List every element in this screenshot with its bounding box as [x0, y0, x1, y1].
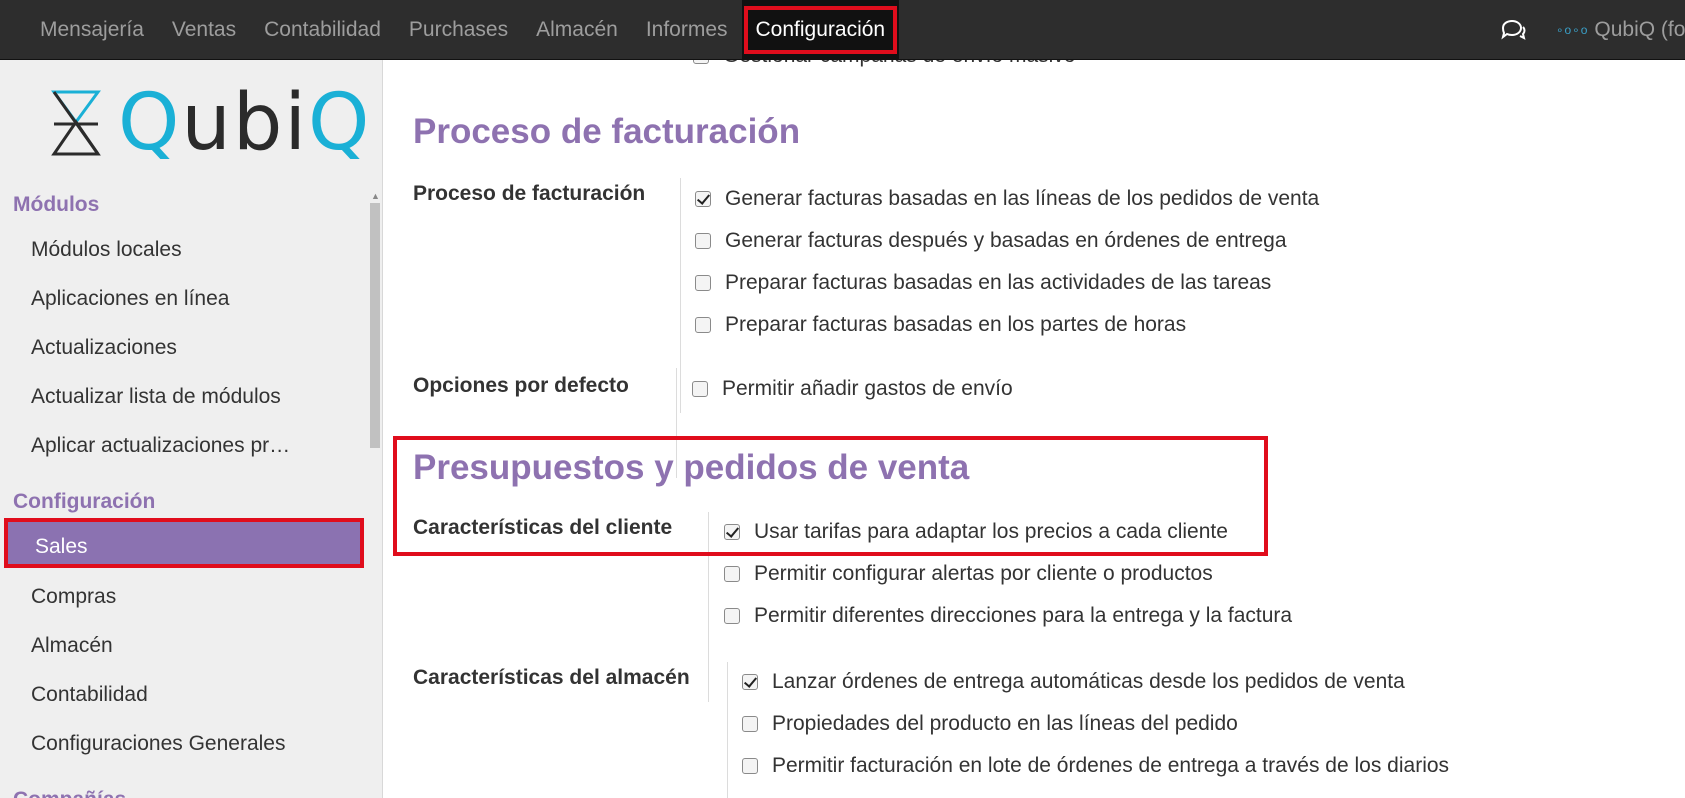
menu-configuracion[interactable]: Configuración: [741, 0, 900, 60]
sidebar-item-compras[interactable]: Compras: [31, 585, 116, 609]
menu-informes[interactable]: Informes: [632, 0, 742, 60]
option-facturacion-lote: Permitir facturación en lote de órdenes …: [742, 754, 1449, 778]
option-facturas-ordenes-entrega: Generar facturas después y basadas en ór…: [695, 229, 1287, 253]
menu-ventas[interactable]: Ventas: [158, 0, 250, 60]
sidebar-item-actualizaciones[interactable]: Actualizaciones: [31, 336, 177, 360]
menu-contabilidad[interactable]: Contabilidad: [250, 0, 395, 60]
user-avatar-icon[interactable]: ∘o∘o: [1556, 23, 1588, 37]
section-modulos: Módulos: [13, 193, 100, 216]
option-label: Usar tarifas para adaptar los precios a …: [754, 520, 1228, 543]
option-gastos-envio: Permitir añadir gastos de envío: [692, 377, 1013, 401]
checkbox-gastos-envio[interactable]: [692, 381, 708, 397]
checkbox-alertas-cliente[interactable]: [724, 566, 740, 582]
section-title-presupuestos-pedidos: Presupuestos y pedidos de venta: [413, 448, 970, 487]
sidebar-item-actualizar-lista[interactable]: Actualizar lista de módulos: [31, 385, 281, 409]
sidebar-item-aplicaciones-en-linea[interactable]: Aplicaciones en línea: [31, 287, 229, 311]
option-label: Permitir añadir gastos de envío: [722, 377, 1013, 400]
option-label: Preparar facturas basadas en las activid…: [725, 271, 1272, 294]
menu-almacen[interactable]: Almacén: [522, 0, 632, 60]
option-alertas-cliente: Permitir configurar alertas por cliente …: [724, 562, 1213, 586]
section-title-proceso-facturacion: Proceso de facturación: [413, 112, 801, 151]
sidebar: QubiQ Módulos Módulos locales Aplicacion…: [0, 60, 383, 798]
option-facturas-lineas-pedido: Generar facturas basadas en las líneas d…: [695, 187, 1319, 211]
sidebar-item-aplicar-actualizaciones[interactable]: Aplicar actualizaciones pr…: [31, 434, 290, 458]
logo-text: QubiQ: [118, 78, 372, 168]
option-facturas-actividades-tareas: Preparar facturas basadas en las activid…: [695, 271, 1271, 295]
group-label-opciones-defecto: Opciones por defecto: [413, 374, 629, 397]
group-divider: [708, 512, 709, 702]
option-label: Preparar facturas basadas en los partes …: [725, 313, 1187, 336]
option-facturas-partes-horas: Preparar facturas basadas en los partes …: [695, 313, 1186, 337]
menu-purchases[interactable]: Purchases: [395, 0, 522, 60]
group-divider: [680, 178, 681, 413]
section-companias: Compañías: [13, 788, 126, 798]
sidebar-item-contabilidad[interactable]: Contabilidad: [31, 683, 148, 707]
company-logo: QubiQ: [40, 78, 372, 168]
option-label: Generar facturas después y basadas en ór…: [725, 229, 1287, 252]
top-menu: Mensajería Ventas Contabilidad Purchases…: [26, 0, 900, 60]
checkbox-facturas-partes-horas[interactable]: [695, 317, 711, 333]
group-divider: [727, 662, 728, 798]
top-navbar: Mensajería Ventas Contabilidad Purchases…: [0, 0, 1685, 60]
qubiq-logo-icon: [51, 90, 101, 156]
option-label: Lanzar órdenes de entrega automáticas de…: [772, 670, 1405, 693]
settings-form: Gestionar campañas de envío masivo Proce…: [384, 60, 1685, 798]
sidebar-item-configuraciones-generales[interactable]: Configuraciones Generales: [31, 732, 285, 756]
option-ordenes-entrega-automaticas: Lanzar órdenes de entrega automáticas de…: [742, 670, 1405, 694]
option-label: Gestionar campañas de envío masivo: [723, 60, 1076, 68]
user-area: ∘o∘o QubiQ (fo: [1500, 0, 1685, 60]
option-usar-tarifas: Usar tarifas para adaptar los precios a …: [724, 520, 1228, 544]
option-direcciones-entrega-factura: Permitir diferentes direcciones para la …: [724, 604, 1292, 628]
checkbox-facturacion-lote[interactable]: [742, 758, 758, 774]
sidebar-item-sales[interactable]: Sales: [4, 518, 364, 568]
checkbox-facturas-actividades-tareas[interactable]: [695, 275, 711, 291]
checkbox-usar-tarifas[interactable]: [724, 524, 740, 540]
user-menu[interactable]: QubiQ (fo: [1594, 18, 1685, 42]
sidebar-item-modulos-locales[interactable]: Módulos locales: [31, 238, 182, 262]
section-configuracion: Configuración: [13, 490, 156, 513]
option-label: Permitir configurar alertas por cliente …: [754, 562, 1213, 585]
option-label: Propiedades del producto en las líneas d…: [772, 712, 1238, 735]
chat-icon[interactable]: [1500, 19, 1526, 41]
checkbox-direcciones-entrega-factura[interactable]: [724, 608, 740, 624]
group-label-caracteristicas-cliente: Características del cliente: [413, 516, 673, 539]
menu-mensajeria[interactable]: Mensajería: [26, 0, 158, 60]
group-label-proceso-facturacion: Proceso de facturación: [413, 182, 646, 205]
checkbox-propiedades-producto[interactable]: [742, 716, 758, 732]
option-propiedades-producto: Propiedades del producto en las líneas d…: [742, 712, 1238, 736]
checkbox-ordenes-entrega-automaticas[interactable]: [742, 674, 758, 690]
group-label-caracteristicas-almacen: Características del almacén: [413, 666, 690, 689]
checkbox-facturas-lineas-pedido[interactable]: [695, 191, 711, 207]
option-label: Permitir facturación en lote de órdenes …: [772, 754, 1450, 777]
sidebar-item-almacen[interactable]: Almacén: [31, 634, 113, 658]
option-label: Generar facturas basadas en las líneas d…: [725, 187, 1320, 210]
cut-off-option: Gestionar campañas de envío masivo: [693, 60, 1076, 68]
option-label: Permitir diferentes direcciones para la …: [754, 604, 1293, 627]
checkbox-facturas-ordenes-entrega[interactable]: [695, 233, 711, 249]
sidebar-scrollbar-thumb[interactable]: [370, 203, 380, 448]
scroll-up-arrow-icon[interactable]: ▲: [371, 191, 380, 201]
checkbox[interactable]: [693, 60, 709, 64]
